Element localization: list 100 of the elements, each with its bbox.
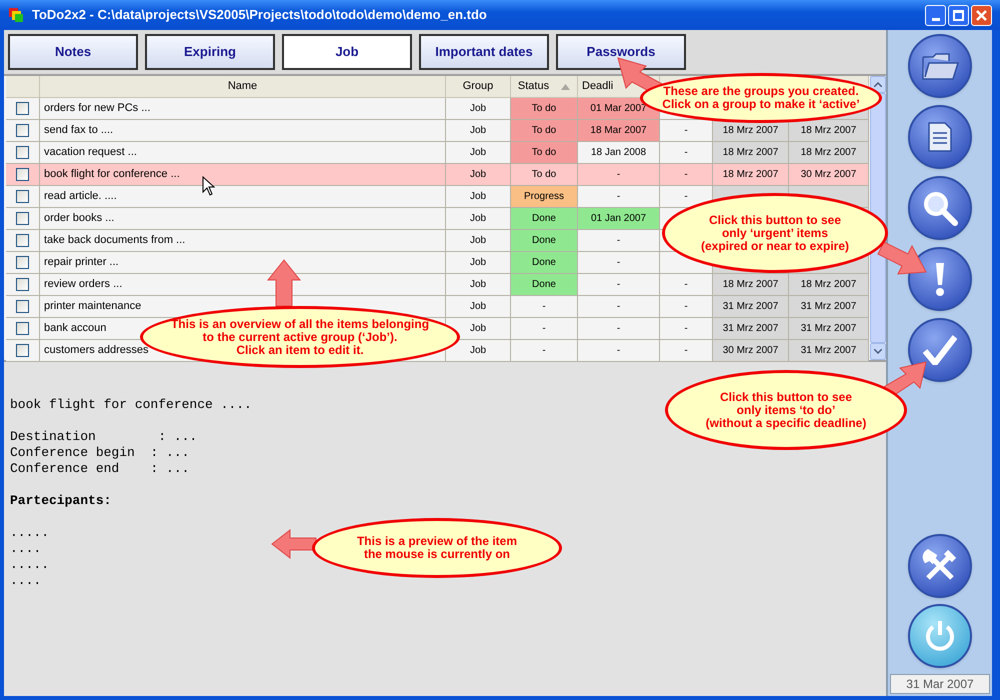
checkbox[interactable] <box>16 322 29 335</box>
document-button[interactable] <box>908 105 972 169</box>
status-cell-text: - <box>541 300 547 314</box>
sort-arrow-icon <box>561 84 570 90</box>
scroll-down-button[interactable] <box>870 343 886 360</box>
status-cell-text: To do <box>530 124 558 138</box>
status-cell-text: Done <box>531 234 557 248</box>
checkbox[interactable] <box>16 212 29 225</box>
item-name: read article. .... <box>43 189 117 204</box>
tooltip-arrow <box>266 258 302 308</box>
table-cell-text: Job <box>468 168 488 182</box>
item-name: review orders ... <box>43 277 122 292</box>
table-cell-text: 18 Jan 2008 <box>590 146 648 160</box>
table-cell-text: 18 Mrz 2007 <box>722 124 780 138</box>
group-tab[interactable]: Job <box>282 34 412 70</box>
settings-button[interactable] <box>908 534 972 598</box>
status-cell-text: To do <box>530 168 558 182</box>
table-cell-text: - <box>683 146 689 160</box>
table-cell-text: - <box>616 234 622 248</box>
table-cell-text: 18 Mrz 2007 <box>800 146 858 160</box>
checkbox[interactable] <box>16 168 29 181</box>
table-cell-text: Job <box>468 256 488 270</box>
table-cell-text: 18 Mrz 2007 <box>800 278 858 292</box>
search-icon <box>922 190 958 226</box>
scroll-up-button[interactable] <box>870 76 886 93</box>
checkbox[interactable] <box>16 146 29 159</box>
maximize-button[interactable] <box>948 4 969 26</box>
checkbox[interactable] <box>16 124 29 137</box>
status-cell-text: Done <box>531 212 557 226</box>
minimize-button[interactable] <box>925 4 946 26</box>
table-cell-text: Job <box>468 234 488 248</box>
table-cell-text: 31 Mrz 2007 <box>722 300 780 314</box>
table-cell-text: - <box>683 124 689 138</box>
checkbox[interactable] <box>16 256 29 269</box>
table-cell-text: - <box>616 300 622 314</box>
preview-text: Conference begin : ... <box>10 445 190 461</box>
power-button[interactable] <box>908 604 972 668</box>
table-cell-text: - <box>683 190 689 204</box>
table-cell-text: - <box>616 278 622 292</box>
todo-button[interactable] <box>908 318 972 382</box>
cursor-icon <box>202 176 215 196</box>
close-button[interactable] <box>971 4 992 26</box>
down-caret-icon <box>874 349 882 354</box>
table-row[interactable]: send fax to .... Job To do 18 Mar 2007 - 18 Mrz 2007 18 Mrz 2007 <box>6 120 869 142</box>
item-name: take back documents from ... <box>43 233 186 248</box>
folder-icon <box>921 51 959 81</box>
table-cell-text: - <box>683 278 689 292</box>
status-cell-text: Done <box>531 278 557 292</box>
checkmark-icon <box>923 335 957 365</box>
table-cell-text: 18 Mrz 2007 <box>722 146 780 160</box>
table-cell-text: Job <box>468 322 488 336</box>
table-cell-text: - <box>616 168 622 182</box>
checkbox[interactable] <box>16 300 29 313</box>
table-cell-text: Job <box>468 102 488 116</box>
up-caret-icon <box>874 82 882 87</box>
status-cell-text: Done <box>531 256 557 270</box>
urgent-button[interactable] <box>908 247 972 311</box>
table-cell-text: Job <box>468 344 488 358</box>
table-row[interactable]: read article. .... Job Progress - - <box>6 186 869 208</box>
group-tab[interactable]: Passwords <box>556 34 686 70</box>
table-cell-text: 18 Mrz 2007 <box>722 168 780 182</box>
checkbox[interactable] <box>16 190 29 203</box>
table-cell-text: 31 Mrz 2007 <box>800 344 858 358</box>
table-cell-text: 31 Mrz 2007 <box>722 322 780 336</box>
table-row[interactable]: book flight for conference ... Job To do - - 18 Mrz 2007 30 Mrz 2007 <box>6 164 869 186</box>
preview-text: Conference end : ... <box>10 461 190 477</box>
status-cell-text: To do <box>530 102 558 116</box>
table-cell-text: - <box>683 344 689 358</box>
open-button[interactable] <box>908 34 972 98</box>
checkbox[interactable] <box>16 102 29 115</box>
table-cell-text: Job <box>468 190 488 204</box>
table-cell-text: Job <box>468 212 488 226</box>
status-cell-text: - <box>541 322 547 336</box>
group-tab[interactable]: Expiring <box>145 34 275 70</box>
checkbox[interactable] <box>16 278 29 291</box>
checkbox[interactable] <box>16 234 29 247</box>
table-cell-text: - <box>616 256 622 270</box>
checkbox[interactable] <box>16 344 29 357</box>
app-icon <box>8 7 24 23</box>
table-cell-text: 18 Mar 2007 <box>589 124 648 138</box>
table-cell-text: 18 Mrz 2007 <box>722 278 780 292</box>
table-row[interactable]: review orders ... Job Done - - 18 Mrz 2007 18 Mrz 2007 <box>6 274 869 296</box>
table-cell-text: - <box>683 168 689 182</box>
item-name: repair printer ... <box>43 255 119 270</box>
table-cell-text: 31 Mrz 2007 <box>800 300 858 314</box>
group-tab[interactable]: Important dates <box>419 34 549 70</box>
group-tab[interactable]: Notes <box>8 34 138 70</box>
table-cell-text: 30 Mrz 2007 <box>800 168 858 182</box>
search-button[interactable] <box>908 176 972 240</box>
item-name: printer maintenance <box>43 299 142 314</box>
table-row[interactable]: vacation request ... Job To do 18 Jan 2008 - 18 Mrz 2007 18 Mrz 2007 <box>6 142 869 164</box>
table-cell-text: Job <box>468 146 488 160</box>
preview-text: ..... <box>10 525 50 541</box>
tooltip-arrow <box>270 528 318 560</box>
item-name: vacation request ... <box>43 145 137 160</box>
date-field: 31 Mar 2007 <box>890 674 990 694</box>
exclamation-icon <box>935 261 945 297</box>
table-cell-text: 01 Jan 2007 <box>590 212 648 226</box>
preview-text: Partecipants: <box>10 493 112 509</box>
item-name: send fax to .... <box>43 123 114 138</box>
